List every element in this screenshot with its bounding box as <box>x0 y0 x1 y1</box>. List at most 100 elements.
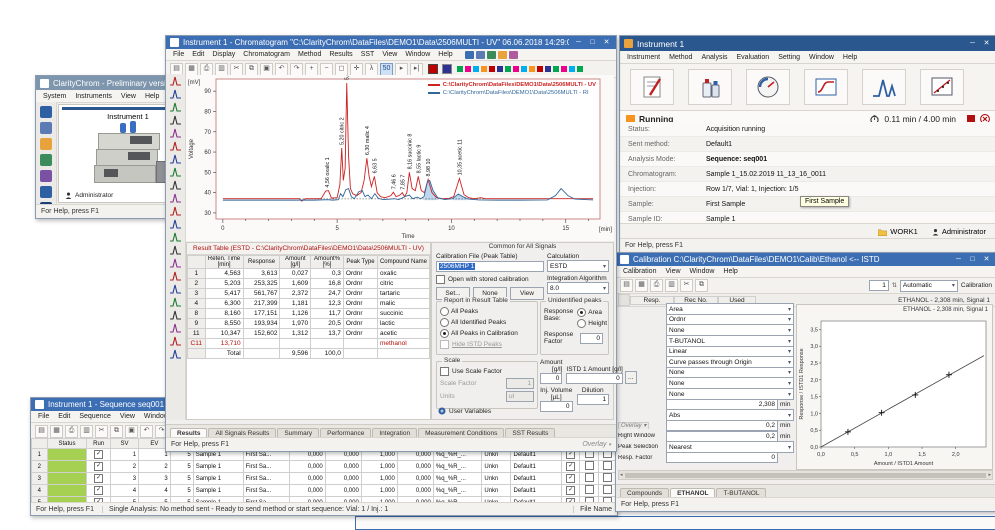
run-checkbox-cell[interactable]: ✓ <box>87 461 111 473</box>
signal-color-dot-12[interactable] <box>553 66 559 72</box>
height-radio[interactable]: Height <box>577 319 607 328</box>
chrom-tool-icon-9[interactable] <box>169 192 182 204</box>
menu-item-file[interactable]: File <box>37 413 50 420</box>
toolbar-icon-2[interactable]: ⎙ <box>65 425 78 438</box>
chrom-tool-icon-20[interactable] <box>169 335 182 347</box>
table-row[interactable]: C1113,710methanol <box>188 339 430 349</box>
toolbar-icon-4[interactable]: ✂ <box>680 279 693 292</box>
calculation-dropdown[interactable]: ESTD▾ <box>547 260 609 272</box>
response-factor-input[interactable]: 0 <box>580 333 603 344</box>
istd-amount-input[interactable]: 0 <box>566 373 622 384</box>
peaks-button[interactable] <box>862 69 906 105</box>
table-row[interactable]: 88,160177,1511,12611,7Ordnrsuccinic <box>188 309 430 319</box>
menu-item-method[interactable]: Method <box>668 54 693 61</box>
table-row[interactable]: 25,203253,3251,60916,8Ordnrcitric <box>188 279 430 289</box>
method-button[interactable] <box>630 69 674 105</box>
menu-item-help[interactable]: Help <box>842 54 858 61</box>
signal-color-dot-15[interactable] <box>577 66 583 72</box>
chrom-tool-icon-4[interactable] <box>169 127 182 139</box>
chrom-tool-icon-13[interactable] <box>169 244 182 256</box>
maximize-button[interactable]: □ <box>967 255 978 265</box>
flag-checkbox-cell[interactable] <box>598 473 616 485</box>
property-input[interactable]: 0,2 <box>666 420 778 431</box>
run-checkbox-cell[interactable]: ✓ <box>87 449 111 461</box>
scale-50-button[interactable]: 50 <box>380 63 393 76</box>
table-row[interactable]: Total9,596100,0 <box>188 349 430 359</box>
toolbar-icon-8[interactable]: ↷ <box>290 63 303 76</box>
menu-item-evaluation[interactable]: Evaluation <box>736 54 771 61</box>
report-radio-0[interactable]: All Peaks <box>440 307 534 316</box>
shield-icon[interactable] <box>40 154 52 166</box>
run-checkbox-cell[interactable]: ✓ <box>87 473 111 485</box>
menu-item-calibration[interactable]: Calibration <box>622 268 657 275</box>
signal-color-dot-6[interactable] <box>505 66 511 72</box>
toolbar-icon-10[interactable]: − <box>320 63 333 76</box>
chrom-tool-icon-3[interactable] <box>169 114 182 126</box>
table-row[interactable]: 14,5633,6130,0270,3Ordnroxalic <box>188 269 430 279</box>
view-button[interactable]: View <box>510 287 544 300</box>
chrom-tool-icon-12[interactable] <box>169 231 182 243</box>
calib-file-input[interactable]: 2506MHP 1 <box>436 261 544 272</box>
minimize-button[interactable]: ─ <box>967 39 978 49</box>
toolbar-icon-2[interactable]: ⎙ <box>200 63 213 76</box>
sequence-row[interactable]: 2✓225Sample 1First Sa...0,0000,0001,0000… <box>32 461 617 473</box>
user-icon[interactable] <box>40 106 52 118</box>
flag-checkbox-cell[interactable]: ✓ <box>562 485 580 497</box>
toolbar-icon-6[interactable]: ▣ <box>125 425 138 438</box>
toolbar-icon-7[interactable]: ↶ <box>140 425 153 438</box>
signal-color-dot-0[interactable] <box>457 66 463 72</box>
integration-dropdown[interactable]: 8.0▾ <box>547 282 609 294</box>
chrom-tool-icon-11[interactable] <box>169 218 182 230</box>
menu-item-view[interactable]: View <box>120 93 137 100</box>
signal-color-dot-10[interactable] <box>537 66 543 72</box>
toolbar-icon-3[interactable]: ▥ <box>215 63 228 76</box>
chrom-tool-icon-18[interactable] <box>169 309 182 321</box>
user-indicator[interactable]: Administrator <box>932 227 986 236</box>
toolbar-icon-1[interactable]: ▦ <box>50 425 63 438</box>
toolbar-icon-1[interactable]: ▦ <box>185 63 198 76</box>
close-button[interactable]: ✕ <box>601 38 612 48</box>
amount-input[interactable]: 0 <box>540 373 562 384</box>
toolbar-icon-2[interactable]: ⎙ <box>650 279 663 292</box>
signal-color-dot-1[interactable] <box>465 66 471 72</box>
table-row[interactable]: 46,300217,3991,18112,3Ordnrmalic <box>188 299 430 309</box>
chrom-tool-icon-19[interactable] <box>169 322 182 334</box>
toolbar-icon-4[interactable]: ✂ <box>95 425 108 438</box>
toolbar-icon-7[interactable]: ↶ <box>275 63 288 76</box>
overlay-button[interactable]: Overlay▾ <box>582 441 611 448</box>
menu-icon-4[interactable] <box>498 51 507 59</box>
instrument-image[interactable] <box>90 125 166 183</box>
toolbar-icon-3[interactable]: ▥ <box>665 279 678 292</box>
user-variables-button[interactable]: User Variables <box>438 407 491 415</box>
signal-color-dot-11[interactable] <box>545 66 551 72</box>
signal-color-dot-2[interactable] <box>473 66 479 72</box>
property-input[interactable]: 0 <box>666 452 778 463</box>
chrom-tool-icon-16[interactable] <box>169 283 182 295</box>
signal-color-dot-7[interactable] <box>513 66 519 72</box>
instrument-titlebar[interactable]: Instrument 1 ─✕ <box>620 36 995 51</box>
flag-checkbox-cell[interactable]: ✓ <box>562 461 580 473</box>
menu-icon-3[interactable] <box>487 51 496 59</box>
toolbar-icon-0[interactable]: ▤ <box>35 425 48 438</box>
menu-item-window[interactable]: Window <box>808 54 835 61</box>
compound-spinner[interactable]: 1 <box>869 280 889 291</box>
gauge-button[interactable] <box>746 69 790 105</box>
table-row[interactable]: 35,417561,7672,37224,7Ordnrtartaric <box>188 289 430 299</box>
signal-color-red[interactable] <box>428 64 438 74</box>
menu-icon-2[interactable] <box>476 51 485 59</box>
flag-checkbox-cell[interactable] <box>580 461 598 473</box>
signal-color-dot-4[interactable] <box>489 66 495 72</box>
signal-color-dot-3[interactable] <box>481 66 487 72</box>
menu-item-edit[interactable]: Edit <box>57 413 71 420</box>
report-radio-2[interactable]: All Peaks in Calibration <box>440 329 534 338</box>
calibration-graph[interactable]: ETHANOL - 2,308 min, Signal 10,00,51,01,… <box>796 304 993 470</box>
report-radio-1[interactable]: All Identified Peaks <box>440 318 534 327</box>
chrom-tool-icon-1[interactable] <box>169 88 182 100</box>
menu-item-view[interactable]: View <box>664 268 681 275</box>
toolbar-icon-12[interactable]: ✛ <box>350 63 363 76</box>
chromatogram-plot[interactable]: 30405060708090051015Time[min][mV]Voltage… <box>186 75 614 241</box>
menu-item-setting[interactable]: Setting <box>777 54 801 61</box>
monitor-icon[interactable] <box>40 138 52 150</box>
flag-checkbox-cell[interactable] <box>580 485 598 497</box>
maximize-button[interactable]: □ <box>587 38 598 48</box>
